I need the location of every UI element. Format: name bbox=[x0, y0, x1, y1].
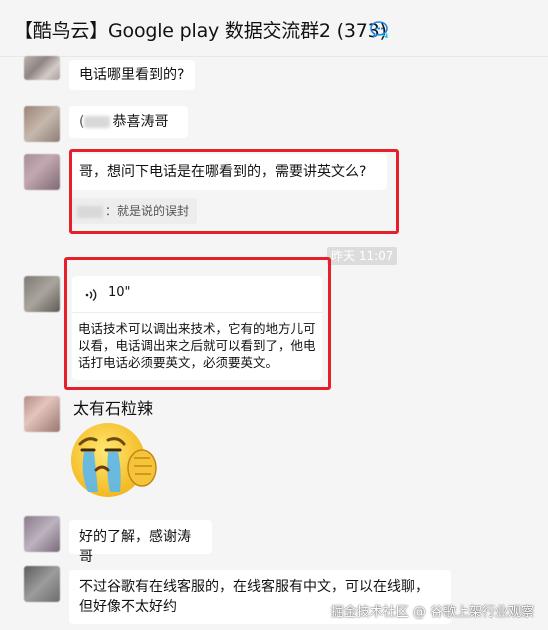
message-text: 电话哪里看到的? bbox=[79, 67, 185, 83]
blurred-name bbox=[84, 116, 111, 128]
highlight-box bbox=[69, 149, 399, 234]
message-bubble[interactable]: 好的了解，感谢涛哥 bbox=[69, 520, 212, 565]
message-text: 好的了解，感谢涛哥 bbox=[79, 529, 191, 565]
crying-face-sticker[interactable] bbox=[66, 418, 166, 498]
group-chat-icon[interactable] bbox=[370, 20, 390, 38]
avatar[interactable] bbox=[24, 56, 60, 80]
chat-title-bar: 【酷鸟云】Google play 数据交流群2 (373) bbox=[0, 0, 548, 56]
timestamp: 昨天 11:07 bbox=[327, 247, 398, 265]
title-divider bbox=[0, 56, 548, 57]
message-text: 恭喜涛哥 bbox=[112, 114, 169, 130]
highlight-box bbox=[64, 257, 331, 390]
avatar[interactable] bbox=[24, 154, 60, 190]
avatar[interactable] bbox=[24, 516, 60, 552]
watermark: 掘金技术社区 @ 谷歌上架行业观察 bbox=[330, 605, 534, 620]
message-bubble[interactable]: (恭喜涛哥 bbox=[69, 106, 188, 138]
message-bubble[interactable]: 电话哪里看到的? bbox=[69, 60, 195, 90]
sticker-caption: 太有石粒辣 bbox=[73, 399, 154, 418]
chat-title: 【酷鸟云】Google play 数据交流群2 (373) bbox=[14, 20, 387, 42]
avatar[interactable] bbox=[24, 396, 60, 432]
avatar[interactable] bbox=[24, 566, 60, 602]
avatar[interactable] bbox=[24, 106, 60, 142]
avatar[interactable] bbox=[24, 276, 60, 312]
